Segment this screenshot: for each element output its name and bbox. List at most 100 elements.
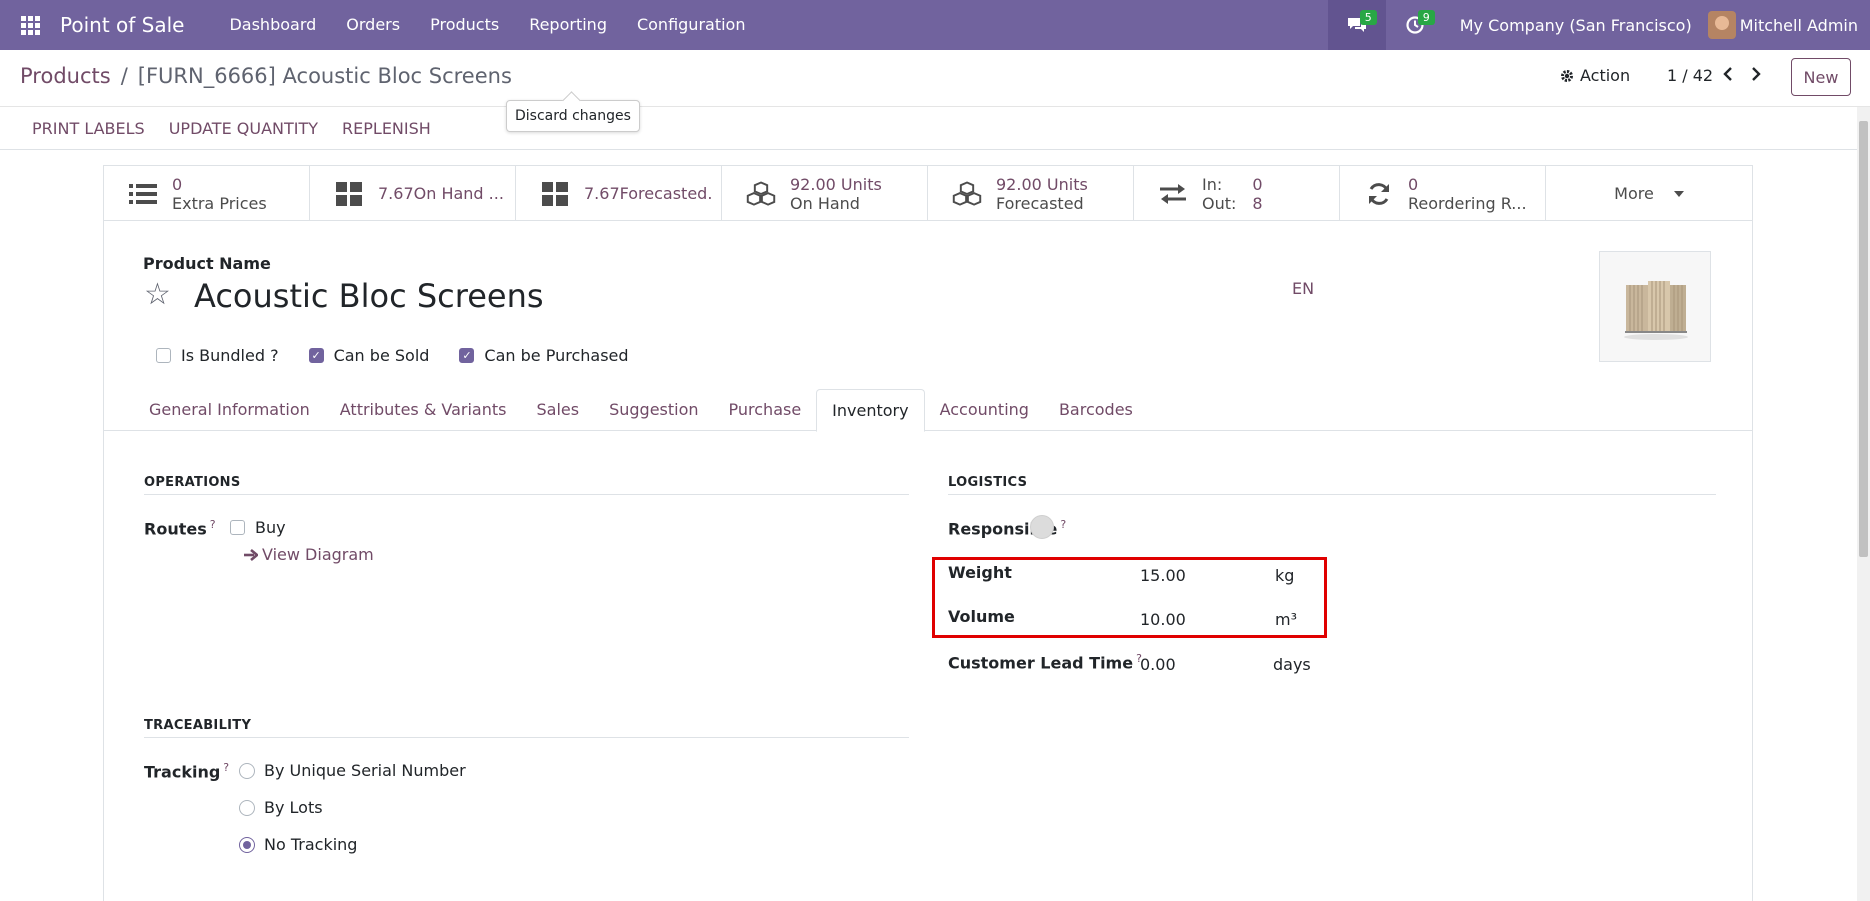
on-hand-label: 7.67On Hand ... [378,184,504,203]
customer-lead-time-input[interactable]: 0.00 [1140,655,1176,674]
in-label: In: [1202,174,1223,194]
pager-next-button[interactable] [1750,66,1762,87]
tab-inventory[interactable]: Inventory [816,389,925,432]
language-button[interactable]: EN [1292,279,1314,298]
tab-barcodes[interactable]: Barcodes [1044,389,1148,431]
tracking-none-radio[interactable]: No Tracking [239,835,357,854]
tracking-serial-label: By Unique Serial Number [264,761,466,780]
help-icon[interactable]: ? [1060,518,1066,531]
list-icon [128,179,158,209]
checkbox-unchecked[interactable] [230,520,245,535]
pager-previous-button[interactable] [1722,66,1734,87]
form-statusbar: PRINT LABELS UPDATE QUANTITY REPLENISH [0,107,1870,150]
units-on-hand-value: 92.00 Units [790,174,882,194]
tab-sales[interactable]: Sales [521,389,594,431]
reordering-label: Reordering R... [1408,193,1527,213]
tracking-lots-radio[interactable]: By Lots [239,798,323,817]
tab-accounting[interactable]: Accounting [925,389,1044,431]
product-name-label: Product Name [143,254,271,273]
print-labels-button[interactable]: PRINT LABELS [20,119,157,138]
units-forecasted-value: 92.00 Units [996,174,1088,194]
cubes-icon [952,179,982,209]
breadcrumb-separator: / [120,64,128,88]
tab-purchase[interactable]: Purchase [714,389,817,431]
menu-orders[interactable]: Orders [331,0,415,50]
customer-lead-time-unit: days [1273,655,1311,674]
company-switcher[interactable]: My Company (San Francisco) [1444,16,1708,35]
traceability-divider [144,737,909,738]
radio-unselected[interactable] [239,799,255,816]
apps-menu-icon[interactable] [0,0,60,50]
responsible-avatar-placeholder[interactable] [1030,515,1054,539]
arrow-right-icon [244,548,258,561]
tab-general-information[interactable]: General Information [134,389,325,431]
help-icon[interactable]: ? [210,518,216,531]
forecasted-button[interactable]: 7.67Forecasted. [516,166,722,221]
tab-attributes-variants[interactable]: Attributes & Variants [325,389,522,431]
reordering-rules-button[interactable]: 0 Reordering R... [1340,166,1546,221]
star-icon[interactable]: ☆ [144,278,171,312]
action-menu-button[interactable]: Action [1560,66,1630,85]
scrollbar-thumb[interactable] [1859,121,1868,557]
product-flags: Is Bundled ? ✓ Can be Sold ✓ Can be Purc… [156,346,659,365]
chevron-right-icon [1752,67,1761,81]
menu-configuration[interactable]: Configuration [622,0,761,50]
extra-prices-button[interactable]: 0 Extra Prices [104,166,310,221]
new-button[interactable]: New [1791,58,1851,96]
refresh-icon [1364,179,1394,209]
menu-dashboard[interactable]: Dashboard [214,0,331,50]
notebook-tabs: General Information Attributes & Variant… [104,389,1752,432]
units-on-hand-button[interactable]: 92.00 Units On Hand [722,166,928,221]
checkbox-unchecked[interactable] [156,348,171,363]
route-buy-label: Buy [255,518,286,537]
units-forecasted-button[interactable]: 92.00 Units Forecasted [928,166,1134,221]
activities-button[interactable]: 9 [1386,0,1444,50]
breadcrumb-products[interactable]: Products [20,64,111,88]
tracking-serial-radio[interactable]: By Unique Serial Number [239,761,466,780]
smart-buttons: 0 Extra Prices 7.67On Hand ... 7.67Forec… [104,166,1752,221]
view-diagram-link[interactable]: View Diagram [244,545,374,564]
messages-button[interactable]: 5 [1327,0,1386,50]
vertical-scrollbar[interactable] [1857,107,1870,901]
route-buy-checkbox[interactable]: Buy [230,518,286,537]
menu-products[interactable]: Products [415,0,514,50]
more-label: More [1614,184,1654,203]
in-out-button[interactable]: In: 0 Out: 8 [1134,166,1340,221]
chevron-left-icon [1723,67,1732,81]
app-name[interactable]: Point of Sale [60,13,184,37]
in-out-values: In: 0 Out: 8 [1202,175,1263,213]
radio-unselected[interactable] [239,762,255,779]
can-be-sold-checkbox[interactable]: ✓ Can be Sold [308,346,429,365]
reordering-value: 0 [1408,174,1419,194]
is-bundled-checkbox[interactable]: Is Bundled ? [156,346,279,365]
on-hand-button[interactable]: 7.67On Hand ... [310,166,516,221]
can-be-purchased-checkbox[interactable]: ✓ Can be Purchased [459,346,629,365]
extra-prices-value: 0 [172,174,183,194]
radio-selected[interactable] [239,836,255,853]
exchange-icon [1158,179,1188,209]
menu-reporting[interactable]: Reporting [514,0,622,50]
more-dropdown-button[interactable]: More [1546,166,1752,221]
product-image[interactable] [1599,251,1711,362]
logistics-title: LOGISTICS [948,475,1028,490]
customer-lead-time-label: Customer Lead Time? [948,652,1142,672]
help-icon[interactable]: ? [223,761,229,774]
breadcrumb-current: [FURN_6666] Acoustic Bloc Screens [137,64,512,88]
action-label: Action [1580,66,1631,85]
tab-suggestion[interactable]: Suggestion [594,389,713,431]
logistics-divider [948,494,1716,495]
user-menu[interactable]: Mitchell Admin [1707,11,1870,39]
activities-badge: 9 [1417,10,1435,25]
lead-time-label-text: Customer Lead Time [948,653,1134,673]
gear-icon [1561,69,1573,82]
routes-label-text: Routes [144,519,207,539]
checkbox-checked[interactable]: ✓ [459,348,475,363]
operations-divider [144,494,909,495]
replenish-button[interactable]: REPLENISH [330,119,443,138]
product-name-input[interactable]: Acoustic Bloc Screens [194,277,544,315]
user-avatar [1707,11,1736,39]
routes-label: Routes? [144,518,216,538]
pager-value[interactable]: 1 / 42 [1667,66,1713,85]
update-quantity-button[interactable]: UPDATE QUANTITY [157,119,330,138]
checkbox-checked[interactable]: ✓ [308,348,324,363]
